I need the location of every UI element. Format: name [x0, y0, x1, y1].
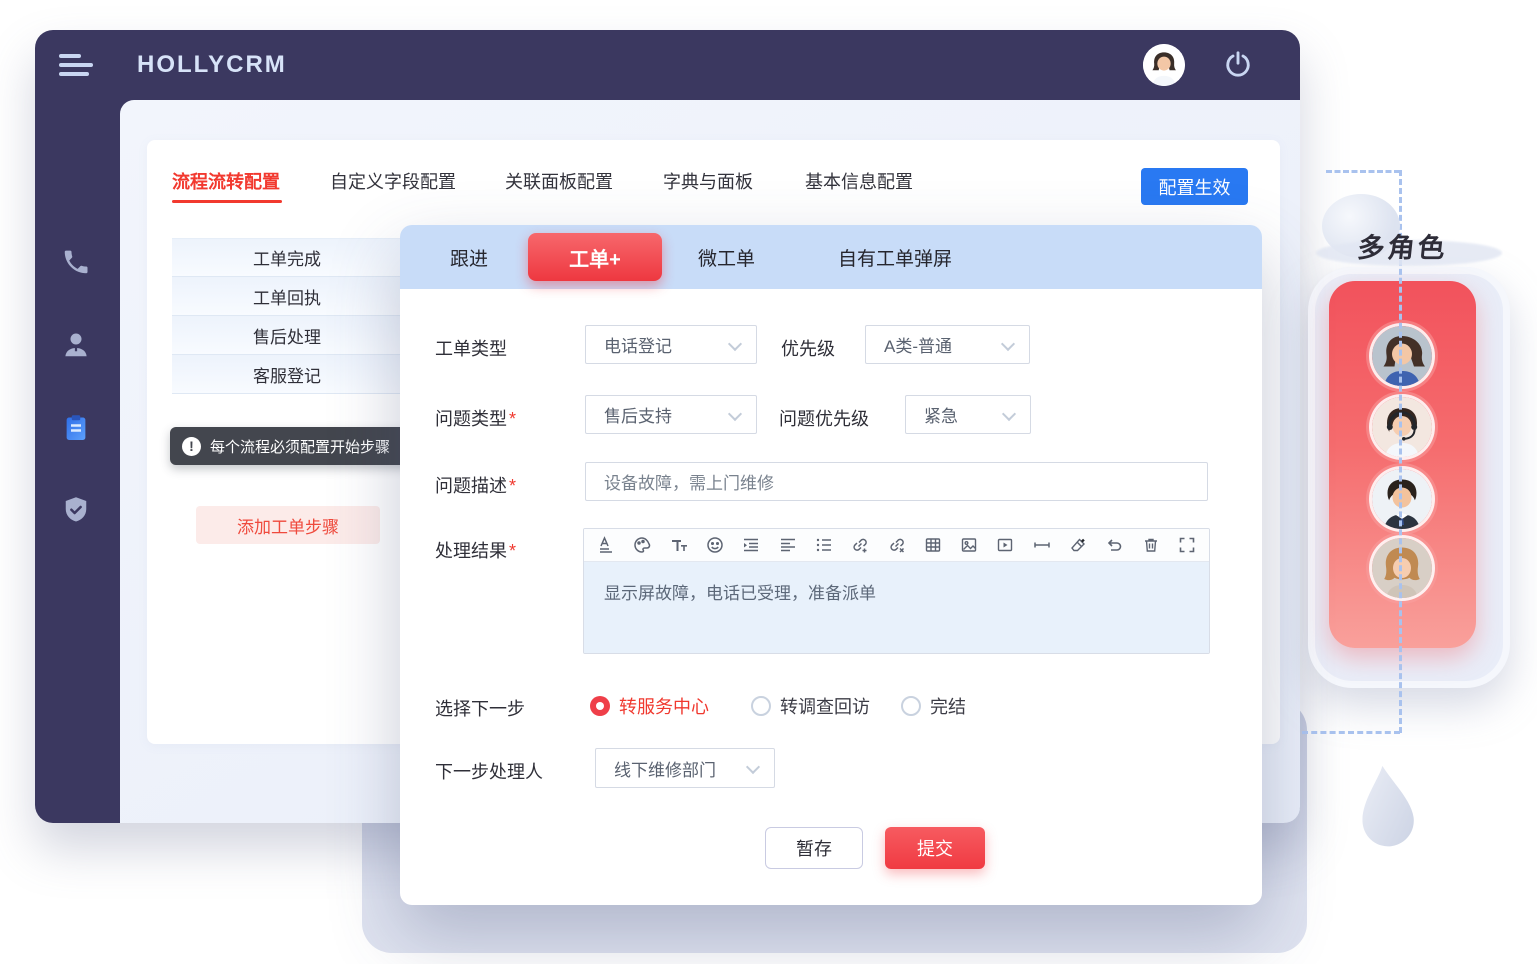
add-step-button[interactable]: 添加工单步骤	[196, 506, 380, 544]
next-handler-select[interactable]: 线下维修部门	[595, 748, 775, 788]
radio-dot	[751, 696, 771, 716]
link-remove-icon[interactable]	[888, 536, 906, 554]
result-label: 处理结果*	[435, 537, 516, 563]
dashed-connector-bottom	[1302, 731, 1400, 734]
align-left-icon[interactable]	[779, 536, 797, 554]
priority-label: 优先级	[781, 335, 835, 361]
ticket-type-select[interactable]: 电话登记	[585, 325, 757, 364]
modal-tab-own-ticket-popup[interactable]: 自有工单弹屏	[838, 225, 952, 289]
modal-tab-follow-up[interactable]: 跟进	[450, 225, 488, 289]
radio-transfer-service-center[interactable]: 转服务中心	[590, 693, 709, 719]
next-handler-label: 下一步处理人	[435, 758, 543, 784]
priority-select[interactable]: A类-普通	[865, 325, 1030, 364]
link-add-icon[interactable]	[851, 536, 869, 554]
workorder-clipboard-icon[interactable]	[61, 413, 91, 443]
editor-content[interactable]: 显示屏故障，电话已受理，准备派单	[584, 562, 1209, 654]
emoji-icon[interactable]	[706, 536, 724, 554]
ticket-modal: 跟进 工单+ 微工单 自有工单弹屏 工单类型 电话登记 优先级 A类-普通 问题…	[400, 225, 1262, 905]
editor-toolbar	[584, 529, 1209, 562]
submit-button[interactable]: 提交	[885, 827, 985, 869]
video-icon[interactable]	[996, 536, 1014, 554]
tab-dictionary[interactable]: 字典与面板	[663, 168, 753, 194]
rich-text-editor: 显示屏故障，电话已受理，准备派单	[583, 528, 1210, 654]
multi-role-label: 多角色	[1356, 226, 1450, 265]
tab-basic-info[interactable]: 基本信息配置	[805, 168, 913, 194]
issue-priority-label: 问题优先级	[779, 405, 869, 431]
droplet-decoration	[1357, 766, 1415, 856]
role-avatar-female-agent	[1372, 326, 1432, 386]
issue-priority-select[interactable]: 紧急	[905, 395, 1031, 434]
logout-power-icon[interactable]	[1223, 50, 1253, 80]
workflow-step-row[interactable]: 工单完成	[172, 238, 402, 277]
user-avatar[interactable]	[1143, 44, 1185, 86]
ticket-type-label: 工单类型	[435, 335, 507, 361]
issue-type-select[interactable]: 售后支持	[585, 395, 757, 434]
save-draft-button[interactable]: 暂存	[765, 827, 863, 869]
tab-custom-fields[interactable]: 自定义字段配置	[330, 168, 456, 194]
dashed-connector-top	[1326, 170, 1400, 173]
font-size-icon[interactable]	[670, 536, 688, 554]
apply-config-button[interactable]: 配置生效	[1141, 168, 1248, 205]
role-avatar-support-agent-headset	[1372, 397, 1432, 457]
undo-icon[interactable]	[1105, 536, 1123, 554]
radio-dot	[901, 696, 921, 716]
modal-tab-bar: 跟进 工单+ 微工单 自有工单弹屏	[400, 225, 1262, 289]
phone-icon[interactable]	[61, 247, 91, 277]
indent-icon[interactable]	[742, 536, 760, 554]
app-header: HOLLYCRM	[35, 30, 1300, 100]
exclamation-icon: !	[182, 437, 201, 456]
workflow-step-row[interactable]: 客服登记	[172, 355, 402, 394]
radio-complete[interactable]: 完结	[901, 693, 966, 719]
role-avatar-female-agent-short-hair	[1372, 538, 1432, 598]
shield-check-icon[interactable]	[61, 495, 91, 525]
contacts-icon[interactable]	[61, 330, 91, 360]
tab-flow-config[interactable]: 流程流转配置	[172, 168, 280, 194]
font-underline-icon[interactable]	[597, 536, 615, 554]
tooltip-text: 每个流程必须配置开始步骤	[210, 436, 390, 457]
issue-description-input[interactable]: 设备故障，需上门维修	[585, 462, 1208, 501]
issue-description-label: 问题描述*	[435, 472, 516, 498]
modal-tab-micro-ticket[interactable]: 微工单	[698, 225, 755, 289]
role-avatar-male-agent	[1372, 469, 1432, 529]
workflow-step-row[interactable]: 售后处理	[172, 316, 402, 355]
app-logo-title: HOLLYCRM	[137, 51, 287, 79]
horizontal-rule-icon[interactable]	[1033, 536, 1051, 554]
table-icon[interactable]	[924, 536, 942, 554]
workflow-step-row[interactable]: 工单回执	[172, 277, 402, 316]
screenshot-stage: HOLLYCRM	[0, 0, 1537, 964]
modal-tab-ticket-active[interactable]: 工单+	[528, 233, 662, 281]
fullscreen-icon[interactable]	[1178, 536, 1196, 554]
tab-linked-panel[interactable]: 关联面板配置	[505, 168, 613, 194]
issue-type-label: 问题类型*	[435, 405, 516, 431]
trash-icon[interactable]	[1142, 536, 1160, 554]
next-step-label: 选择下一步	[435, 695, 525, 721]
list-ul-icon[interactable]	[815, 536, 833, 554]
palette-icon[interactable]	[633, 536, 651, 554]
radio-transfer-survey-callback[interactable]: 转调查回访	[751, 693, 870, 719]
eraser-icon[interactable]	[1069, 536, 1087, 554]
radio-dot-selected	[590, 696, 610, 716]
active-tab-underline	[172, 200, 282, 203]
menu-icon[interactable]	[59, 54, 95, 78]
image-icon[interactable]	[960, 536, 978, 554]
flow-warning-tooltip: ! 每个流程必须配置开始步骤	[170, 427, 422, 465]
user-avatar-image	[1143, 44, 1185, 86]
